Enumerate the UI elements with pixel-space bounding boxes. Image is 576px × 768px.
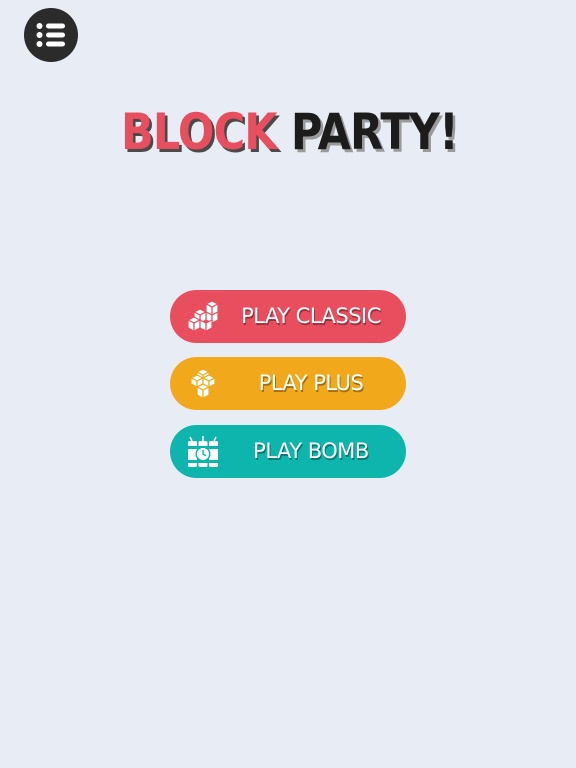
play-bomb-label: PLAY BOMB	[253, 439, 369, 463]
title-word-party: PARTY!	[290, 103, 459, 161]
play-bomb-button[interactable]: PLAY BOMB	[170, 425, 406, 478]
title-word-block: BLOCK	[120, 103, 278, 161]
dynamite-timer-icon	[187, 436, 219, 467]
menu-button[interactable]	[24, 8, 78, 62]
play-classic-button[interactable]: PLAY CLASSIC	[170, 290, 406, 343]
list-menu-icon	[36, 23, 65, 47]
play-classic-label: PLAY CLASSIC	[241, 304, 381, 328]
play-plus-button[interactable]: PLAY PLUS	[170, 357, 406, 410]
stair-blocks-icon	[187, 300, 219, 332]
game-title: BLOCK PARTY!	[42, 102, 537, 162]
plus-blocks-icon	[190, 368, 216, 399]
play-plus-label: PLAY PLUS	[258, 371, 364, 395]
